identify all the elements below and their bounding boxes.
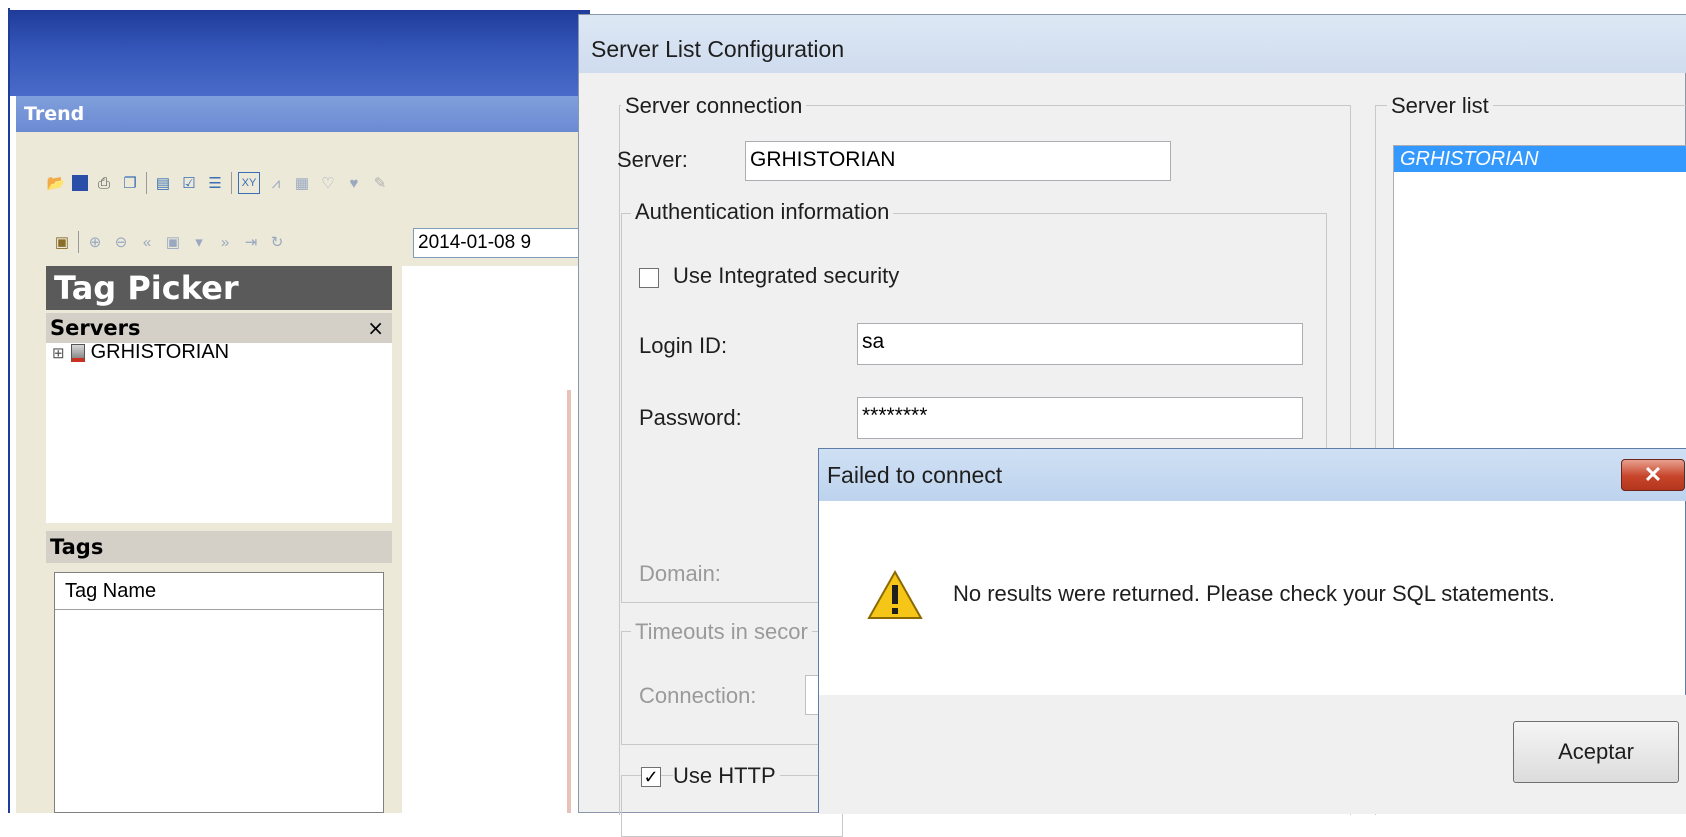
checkbox-icon[interactable]: ☑: [179, 173, 199, 193]
tag-name-column-header[interactable]: Tag Name: [55, 573, 383, 610]
authentication-legend: Authentication information: [631, 199, 894, 225]
add-tag-icon[interactable]: ♥: [344, 173, 364, 193]
chart-border-line: [567, 390, 571, 813]
rewind-icon[interactable]: «: [137, 232, 157, 252]
expand-icon[interactable]: ⊞: [52, 344, 65, 362]
dialog-title: Server List Configuration: [579, 15, 1686, 73]
dialog-title: Failed to connect: [819, 449, 1686, 501]
trend-chart-icon[interactable]: ⩘: [266, 173, 286, 193]
title-bar-background: [10, 10, 590, 96]
copy-icon[interactable]: ❐: [120, 173, 140, 193]
toolbar-row-2: ▣ ⊕ ⊖ « ▣ ▾ » ⇥ ↻: [52, 229, 287, 255]
error-message: No results were returned. Please check y…: [953, 581, 1556, 606]
fast-forward-icon[interactable]: »: [215, 232, 235, 252]
toolbar-separator: [78, 231, 79, 253]
servers-tree: ⊞ GRHISTORIAN: [46, 341, 392, 523]
server-list-legend: Server list: [1387, 93, 1493, 119]
refresh-icon[interactable]: ↻: [267, 232, 287, 252]
heart-icon[interactable]: ♡: [318, 173, 338, 193]
server-connection-legend: Server connection: [621, 93, 807, 119]
toolbar-separator: [146, 172, 147, 194]
use-http-checkbox[interactable]: ✓: [641, 767, 661, 787]
start-date-input[interactable]: 2014-01-08 9: [413, 228, 593, 258]
end-icon[interactable]: ⇥: [241, 232, 261, 252]
server-label: Server:: [617, 147, 688, 172]
close-icon[interactable]: ×: [367, 313, 384, 343]
tag-picker-title: Tag Picker: [46, 266, 392, 310]
use-http-label[interactable]: Use HTTP: [673, 763, 780, 789]
toolbar-separator: [231, 172, 232, 194]
login-id-input[interactable]: sa: [857, 323, 1303, 365]
xy-chart-icon[interactable]: XY: [238, 172, 260, 194]
play-icon[interactable]: ▣: [163, 232, 183, 252]
tags-header: Tags: [46, 531, 392, 563]
password-input[interactable]: ********: [857, 397, 1303, 439]
close-button[interactable]: ✕: [1621, 459, 1685, 491]
zoom-in-icon[interactable]: ⊕: [85, 232, 105, 252]
password-label: Password:: [639, 405, 742, 430]
zoom-out-icon[interactable]: ⊖: [111, 232, 131, 252]
server-list-box[interactable]: GRHISTORIAN: [1393, 145, 1686, 475]
trend-panel-title: Trend: [16, 96, 590, 132]
servers-header: Servers ×: [46, 313, 392, 343]
timeouts-legend: Timeouts in secor: [631, 619, 812, 645]
integrated-security-checkbox[interactable]: [639, 268, 659, 288]
ok-button[interactable]: Aceptar: [1513, 721, 1679, 783]
chart-area[interactable]: [402, 266, 590, 813]
server-list-item[interactable]: GRHISTORIAN: [1394, 146, 1686, 172]
failed-to-connect-dialog: Failed to connect ✕ No results were retu…: [818, 448, 1686, 814]
connection-timeout-label: Connection:: [639, 683, 757, 708]
grid-chart-icon[interactable]: ▦: [292, 173, 312, 193]
pen-icon[interactable]: ✎: [370, 173, 390, 193]
tree-node-grhistorian[interactable]: ⊞ GRHISTORIAN: [52, 341, 229, 364]
warning-icon: [867, 569, 923, 619]
server-icon: [70, 343, 85, 362]
paste-icon[interactable]: ▤: [153, 173, 173, 193]
login-id-label: Login ID:: [639, 333, 728, 358]
list-icon[interactable]: ☰: [205, 173, 225, 193]
left-window-edge: [0, 8, 10, 813]
open-folder-icon[interactable]: 📂: [46, 173, 66, 193]
save-icon[interactable]: [72, 175, 88, 191]
integrated-security-label[interactable]: Use Integrated security: [673, 263, 899, 289]
legend-icon[interactable]: ▣: [52, 232, 72, 252]
toolbar-row-1: 📂 ⎙ ❐ ▤ ☑ ☰ XY ⩘ ▦ ♡ ♥ ✎: [46, 170, 390, 196]
dropdown-arrow-icon[interactable]: ▾: [189, 232, 209, 252]
server-input[interactable]: GRHISTORIAN: [745, 141, 1171, 181]
print-icon[interactable]: ⎙: [94, 173, 114, 193]
tree-node-label: GRHISTORIAN: [90, 341, 230, 363]
tags-list[interactable]: Tag Name: [54, 572, 384, 813]
servers-header-label: Servers: [50, 316, 141, 340]
top-border: [0, 0, 1686, 8]
domain-label: Domain:: [639, 561, 721, 586]
